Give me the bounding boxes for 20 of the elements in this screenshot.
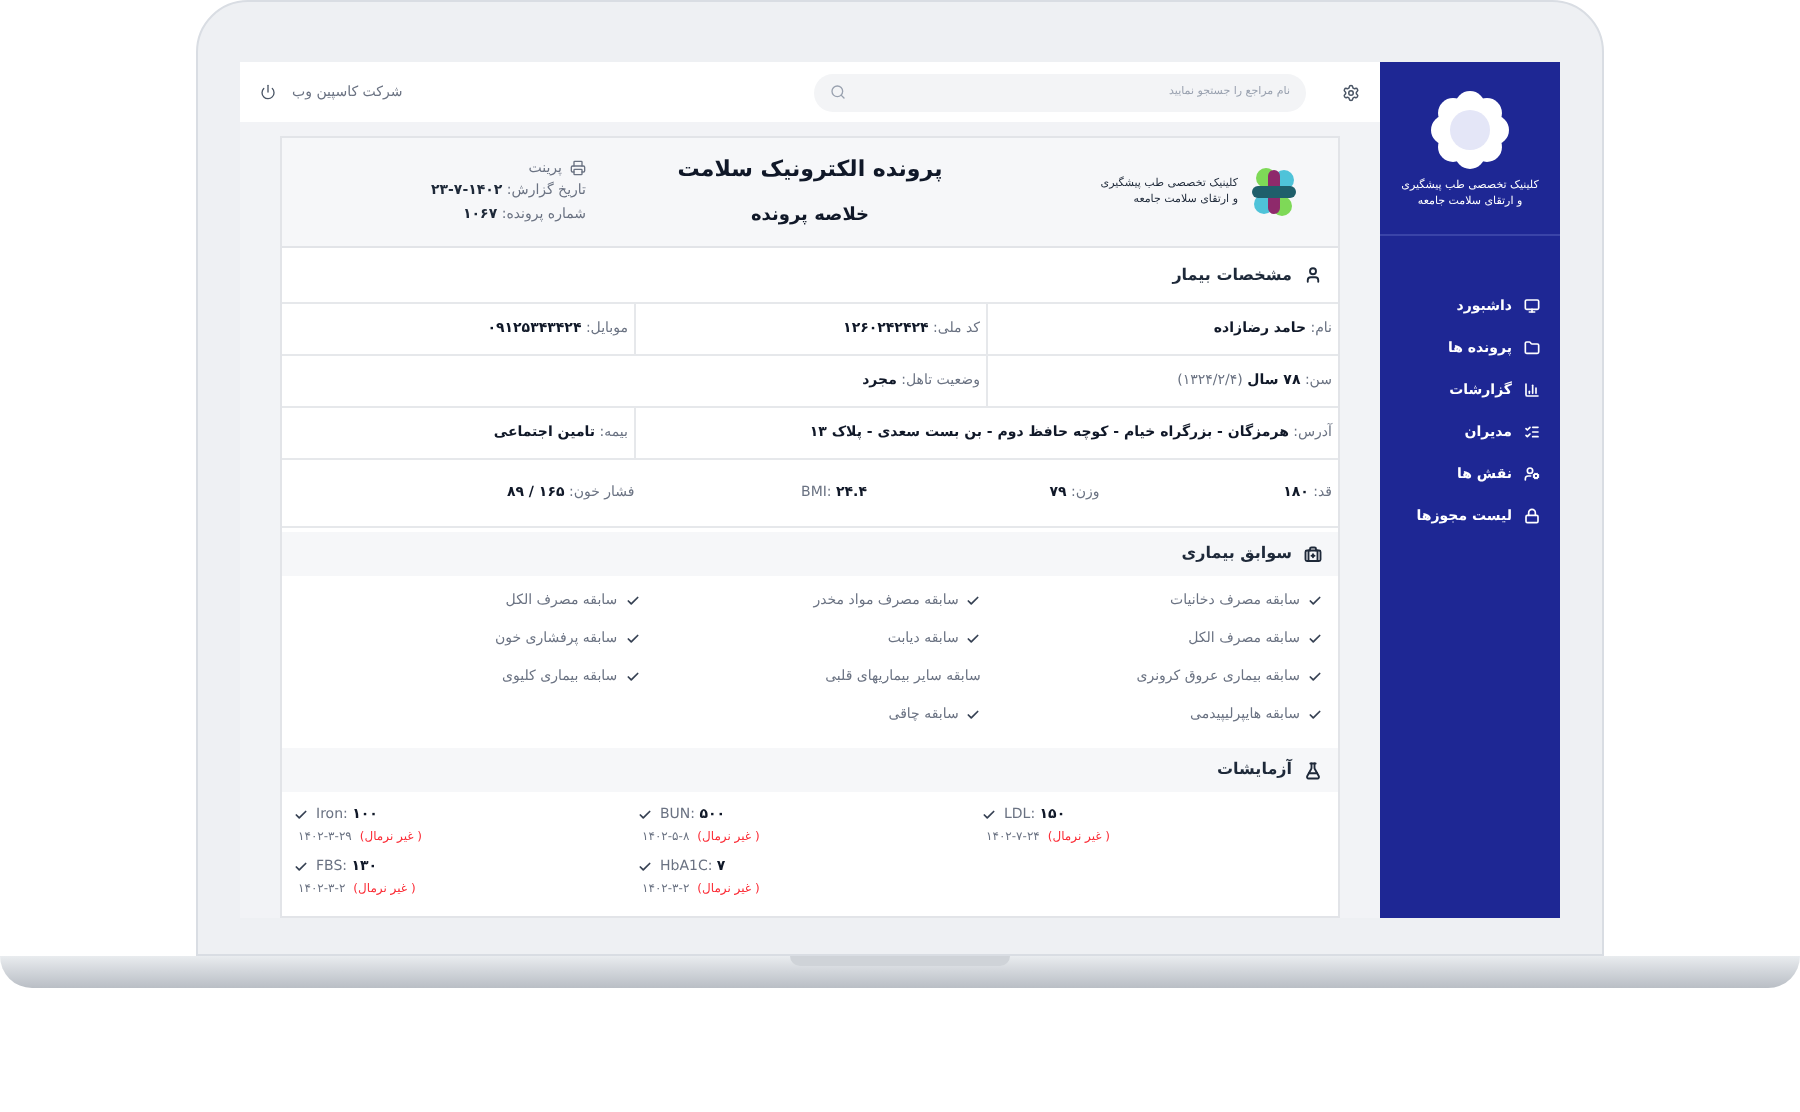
printer-icon bbox=[570, 160, 586, 176]
list-icon bbox=[1524, 424, 1540, 440]
user-gear-icon bbox=[1524, 466, 1540, 482]
lock-icon bbox=[1524, 508, 1540, 524]
search-icon bbox=[830, 84, 846, 100]
medical-case-icon bbox=[1304, 545, 1322, 563]
folder-icon bbox=[1524, 340, 1540, 356]
section-title: سوابق بیماری bbox=[1181, 542, 1292, 566]
section-title: آزمایشات bbox=[1217, 758, 1292, 782]
report-title: پرونده الکترونیک سلامت bbox=[677, 154, 943, 186]
power-icon[interactable] bbox=[260, 84, 276, 100]
flask-icon bbox=[1304, 761, 1322, 779]
bar-chart-icon bbox=[1524, 382, 1540, 398]
section-title: مشخصات بیمار bbox=[1172, 263, 1292, 287]
cross-logo-icon bbox=[1250, 166, 1298, 218]
user-icon bbox=[1304, 266, 1322, 284]
settings-icon[interactable] bbox=[1342, 83, 1360, 101]
report-subtitle: خلاصه پرونده bbox=[750, 203, 870, 229]
flower-logo-icon bbox=[1430, 90, 1510, 170]
monitor-icon bbox=[1524, 298, 1540, 314]
